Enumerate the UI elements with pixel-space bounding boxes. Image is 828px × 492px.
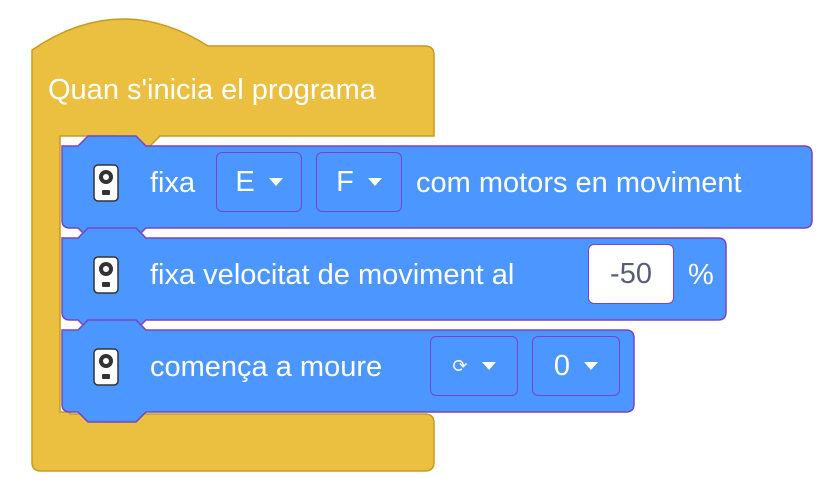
steering-dropdown[interactable]: 0 <box>532 336 620 396</box>
hub-icon <box>93 164 119 202</box>
direction-dropdown[interactable]: ⟳ <box>430 336 518 396</box>
caret-down-icon <box>584 362 599 370</box>
speed-unit: % <box>688 259 714 291</box>
motor-port-a-dropdown[interactable]: E <box>216 152 302 212</box>
motor-port-a-value: E <box>235 165 255 198</box>
motor-port-b-dropdown[interactable]: F <box>316 152 402 212</box>
start-moving-prefix: comença a moure <box>150 351 383 383</box>
motor-port-b-value: F <box>336 165 354 198</box>
hat-block-label: Quan s'inicia el programa <box>48 74 376 106</box>
set-speed-prefix: fixa velocitat de moviment al <box>150 259 515 291</box>
rotation-icon: ⟳ <box>452 355 468 376</box>
caret-down-icon <box>268 178 283 186</box>
set-motors-suffix: com motors en moviment <box>416 167 742 199</box>
steering-value: 0 <box>553 349 571 382</box>
speed-value: -50 <box>610 257 652 290</box>
hub-icon <box>93 256 119 294</box>
speed-input[interactable]: -50 <box>588 244 674 304</box>
caret-down-icon <box>367 178 382 186</box>
hub-icon <box>93 348 119 386</box>
set-motors-prefix: fixa <box>150 167 196 199</box>
caret-down-icon <box>481 362 496 370</box>
